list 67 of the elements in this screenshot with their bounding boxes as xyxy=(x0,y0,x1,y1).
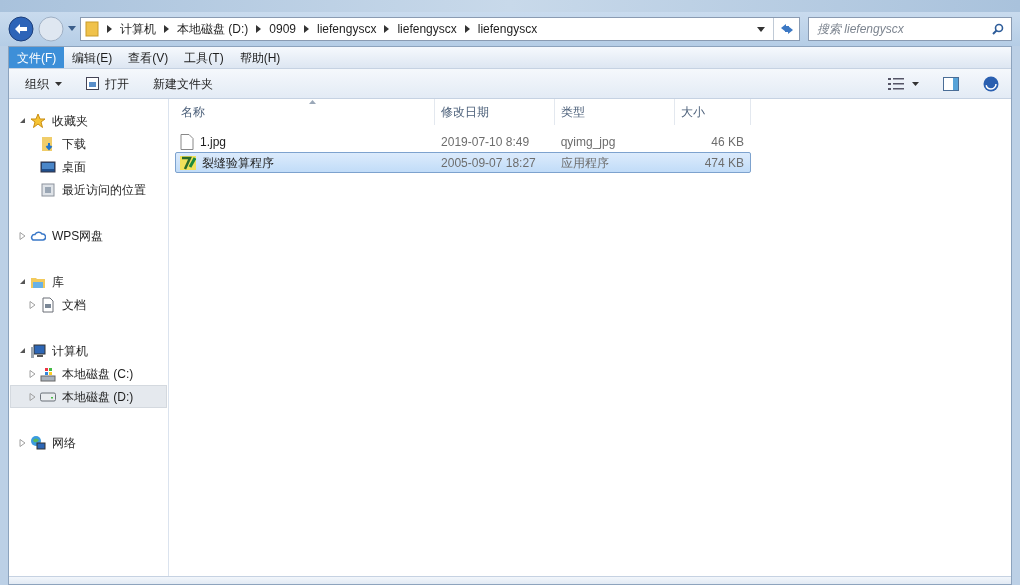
sidebar-item[interactable]: 最近访问的位置 xyxy=(10,178,167,201)
chevron-icon[interactable] xyxy=(464,25,470,33)
caret-icon[interactable] xyxy=(912,81,919,86)
breadcrumb-item[interactable]: 计算机 xyxy=(120,20,156,38)
size-cell-text: 474 KB xyxy=(703,154,745,172)
type-cell-text: 应用程序 xyxy=(559,154,610,172)
date-cell-text: 2019-07-10 8:49 xyxy=(440,133,531,151)
menu-item[interactable]: 查看(V) xyxy=(120,47,177,68)
sidebar-item[interactable]: 计算机 xyxy=(10,339,167,362)
chevron-icon[interactable] xyxy=(304,25,310,33)
caret-icon xyxy=(55,81,62,86)
breadcrumb-item[interactable]: 本地磁盘 (D:) xyxy=(177,20,249,38)
chevron-icon[interactable] xyxy=(164,25,169,33)
column-header[interactable]: 大小 xyxy=(675,99,751,125)
file-row[interactable]: 裂缝验算程序 2005-09-07 18:27 应用程序 474 KB xyxy=(175,152,751,173)
computer-icon xyxy=(30,342,46,359)
toolbar-button[interactable]: 打开 xyxy=(78,71,137,96)
search-field[interactable]: 搜索 liefengyscx xyxy=(808,17,1012,41)
sidebar-item[interactable]: WPS网盘 xyxy=(10,224,167,247)
sidebar-item[interactable]: 库 xyxy=(10,270,167,293)
drive-icon xyxy=(40,365,56,382)
sidebar-item[interactable]: 网络 xyxy=(10,431,167,454)
globe-icon xyxy=(30,434,46,451)
app-icon xyxy=(180,154,196,171)
sidebar-item[interactable]: 文档 xyxy=(10,293,167,316)
size-cell-text: 46 KB xyxy=(710,133,745,151)
address-bar[interactable]: 计算机 本地磁盘 (D:) 0909 liefengyscx liefengyscx liefengyscx xyxy=(80,17,800,41)
breadcrumb-item[interactable]: liefengyscx xyxy=(397,20,457,38)
expanded-arrow-icon[interactable] xyxy=(19,347,26,354)
folder-icon xyxy=(85,21,99,37)
sidebar-item[interactable]: 本地磁盘 (C:) xyxy=(10,362,167,385)
back-icon[interactable] xyxy=(8,16,34,42)
toolbar-button[interactable]: 新建文件夹 xyxy=(145,71,221,96)
window-icon xyxy=(86,77,99,90)
monitor-icon xyxy=(40,158,56,175)
chevron-icon[interactable] xyxy=(384,25,390,33)
date-cell-text: 2005-09-07 18:27 xyxy=(440,154,537,172)
menu-item[interactable]: 工具(T) xyxy=(176,47,232,68)
column-header[interactable]: 类型 xyxy=(555,99,675,125)
file-name: 1.jpg xyxy=(200,133,227,151)
sidebar-item[interactable]: 桌面 xyxy=(10,155,167,178)
column-header[interactable]: 修改日期 xyxy=(435,99,555,125)
sidebar-item[interactable]: 本地磁盘 (D:) xyxy=(10,385,167,408)
toolbar-button[interactable]: 组织 xyxy=(17,71,70,96)
breadcrumb-item[interactable]: liefengyscx xyxy=(477,20,538,38)
breadcrumb-item[interactable]: liefengyscx xyxy=(317,20,377,38)
expanded-arrow-icon[interactable] xyxy=(19,278,26,285)
star-icon xyxy=(30,112,46,129)
sidebar-item[interactable]: 收藏夹 xyxy=(10,109,167,132)
breadcrumb-item[interactable]: 0909 xyxy=(269,20,297,38)
file-row[interactable]: 1.jpg 2019-07-10 8:49 qyimg_jpg 46 KB xyxy=(175,131,751,152)
chevron-icon[interactable] xyxy=(256,25,262,33)
sort-arrow-icon xyxy=(309,100,316,104)
search-icon[interactable] xyxy=(992,23,1004,35)
file-icon xyxy=(180,133,194,150)
file-name: 裂缝验算程序 xyxy=(202,154,274,172)
window-icon xyxy=(40,181,56,198)
document-icon xyxy=(40,296,56,313)
menu-item[interactable]: 帮助(H) xyxy=(231,47,289,68)
view-list-icon[interactable] xyxy=(888,77,904,90)
chevron-icon[interactable] xyxy=(107,25,112,33)
expanded-arrow-icon[interactable] xyxy=(19,117,26,124)
preview-pane-icon[interactable] xyxy=(943,76,959,91)
sidebar-item[interactable]: 下载 xyxy=(10,132,167,155)
menu-item[interactable]: 编辑(E) xyxy=(64,47,121,68)
type-cell-text: qyimg_jpg xyxy=(559,133,617,151)
caret-icon[interactable] xyxy=(757,26,765,32)
